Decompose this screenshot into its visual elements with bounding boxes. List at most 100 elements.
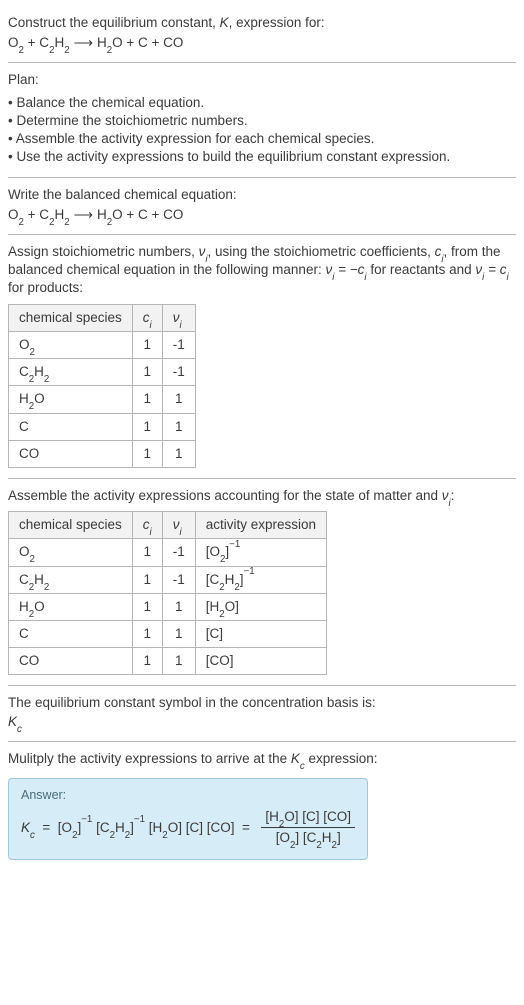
table-row: C2H21-1[C2H2]−1	[9, 566, 327, 593]
col-species: chemical species	[9, 512, 133, 539]
ci-cell: 1	[132, 440, 162, 467]
prompt-line: Construct the equilibrium constant, K, e…	[8, 14, 516, 32]
col-species: chemical species	[9, 304, 133, 331]
table-row: O21-1[O2]−1	[9, 539, 327, 566]
equals: =	[238, 819, 253, 837]
table-row: C11	[9, 413, 196, 440]
activity-cell: [C]	[195, 621, 326, 648]
species-cell: CO	[9, 648, 133, 675]
ci-letter: c	[143, 517, 150, 532]
c-symbol: ci	[435, 244, 444, 259]
multiply-intro-a: Mulitply the activity expressions to arr…	[8, 751, 291, 766]
stoich-table: chemical species ci νi O21-1 C2H21-1 H2O…	[8, 304, 196, 468]
stoich-intro-a: Assign stoichiometric numbers,	[8, 244, 199, 259]
vi-cell: -1	[162, 539, 195, 566]
product-form: [O2]−1 [C2H2]−1 [H2O] [C] [CO]	[58, 819, 235, 837]
species-cell: O2	[9, 331, 133, 358]
plan-item: Assemble the activity expression for eac…	[8, 130, 516, 148]
col-ci: ci	[132, 512, 162, 539]
ci-cell: 1	[132, 621, 162, 648]
balanced-heading: Write the balanced chemical equation:	[8, 186, 516, 204]
fraction-form: [H2O] [C] [CO] [O2] [C2H2]	[261, 808, 355, 847]
prompt-K: K	[220, 15, 229, 30]
equation-unbalanced: O2 + C2H2⟶H2O + C + CO	[8, 34, 516, 52]
prompt-section: Construct the equilibrium constant, K, e…	[8, 6, 516, 62]
vi-cell: 1	[162, 440, 195, 467]
answer-box: Answer: Kc = [O2]−1 [C2H2]−1 [H2O] [C] […	[8, 778, 368, 860]
ci-letter: c	[143, 310, 150, 325]
multiply-section: Mulitply the activity expressions to arr…	[8, 742, 516, 772]
nu-symbol: νi	[442, 488, 451, 503]
vi-cell: 1	[162, 593, 195, 620]
ci-cell: 1	[132, 566, 162, 593]
table-row: C2H21-1	[9, 359, 196, 386]
species-cell: C	[9, 413, 133, 440]
activity-cell: [CO]	[195, 648, 326, 675]
prompt-text-a: Construct the equilibrium constant,	[8, 15, 220, 30]
species-cell: H2O	[9, 386, 133, 413]
multiply-intro-b: expression:	[305, 751, 378, 766]
table-header-row: chemical species ci νi activity expressi…	[9, 512, 327, 539]
ci-cell: 1	[132, 359, 162, 386]
fraction-numerator: [H2O] [C] [CO]	[261, 808, 355, 828]
activity-cell: [H2O]	[195, 593, 326, 620]
activity-intro: Assemble the activity expressions accoun…	[8, 487, 516, 505]
plan-section: Plan: Balance the chemical equation. Det…	[8, 63, 516, 176]
activity-intro-a: Assemble the activity expressions accoun…	[8, 488, 442, 503]
kc-symbol: Kc	[8, 713, 516, 731]
ci-cell: 1	[132, 648, 162, 675]
fraction-denominator: [O2] [C2H2]	[261, 828, 355, 847]
prompt-text-b: , expression for:	[229, 15, 325, 30]
kc-intro: The equilibrium constant symbol in the c…	[8, 694, 516, 712]
plan-item: Use the activity expressions to build th…	[8, 148, 516, 166]
species-cell: O2	[9, 539, 133, 566]
col-vi: νi	[162, 512, 195, 539]
col-ci: ci	[132, 304, 162, 331]
equals: =	[39, 819, 54, 837]
species-cell: CO	[9, 440, 133, 467]
kc-lhs: Kc	[21, 819, 35, 837]
species-cell: H2O	[9, 593, 133, 620]
vi-cell: 1	[162, 648, 195, 675]
plan-list: Balance the chemical equation. Determine…	[8, 94, 516, 167]
stoich-section: Assign stoichiometric numbers, νi, using…	[8, 235, 516, 478]
vi-cell: -1	[162, 566, 195, 593]
stoich-intro-b: , using the stoichiometric coefficients,	[208, 244, 435, 259]
plan-item: Balance the chemical equation.	[8, 94, 516, 112]
answer-label: Answer:	[21, 787, 355, 804]
species-cell: C	[9, 621, 133, 648]
col-vi: νi	[162, 304, 195, 331]
stoich-intro-e: for products:	[8, 280, 83, 295]
balanced-section: Write the balanced chemical equation: O2…	[8, 178, 516, 234]
vi-cell: -1	[162, 331, 195, 358]
activity-intro-b: :	[451, 488, 455, 503]
activity-table: chemical species ci νi activity expressi…	[8, 511, 327, 675]
ci-cell: 1	[132, 331, 162, 358]
kc-inline: Kc	[291, 751, 305, 766]
table-row: CO11	[9, 440, 196, 467]
nu-eq-pos: νi = ci	[475, 262, 508, 277]
ci-cell: 1	[132, 386, 162, 413]
ci-cell: 1	[132, 413, 162, 440]
table-row: CO11[CO]	[9, 648, 327, 675]
plan-heading: Plan:	[8, 71, 516, 89]
table-row: H2O11	[9, 386, 196, 413]
equation-balanced: O2 + C2H2⟶H2O + C + CO	[8, 206, 516, 224]
ci-cell: 1	[132, 593, 162, 620]
activity-section: Assemble the activity expressions accoun…	[8, 479, 516, 686]
nu-symbol: νi	[199, 244, 208, 259]
species-cell: C2H2	[9, 359, 133, 386]
stoich-intro-d: for reactants and	[367, 262, 476, 277]
activity-cell: [O2]−1	[195, 539, 326, 566]
vi-cell: 1	[162, 386, 195, 413]
table-row: O21-1	[9, 331, 196, 358]
table-header-row: chemical species ci νi	[9, 304, 196, 331]
col-activity: activity expression	[195, 512, 326, 539]
answer-expression: Kc = [O2]−1 [C2H2]−1 [H2O] [C] [CO] = [H…	[21, 808, 355, 847]
kc-symbol-section: The equilibrium constant symbol in the c…	[8, 686, 516, 740]
vi-cell: 1	[162, 621, 195, 648]
stoich-intro: Assign stoichiometric numbers, νi, using…	[8, 243, 516, 298]
vi-cell: -1	[162, 359, 195, 386]
table-row: H2O11[H2O]	[9, 593, 327, 620]
nu-eq-neg: νi = −ci	[325, 262, 366, 277]
